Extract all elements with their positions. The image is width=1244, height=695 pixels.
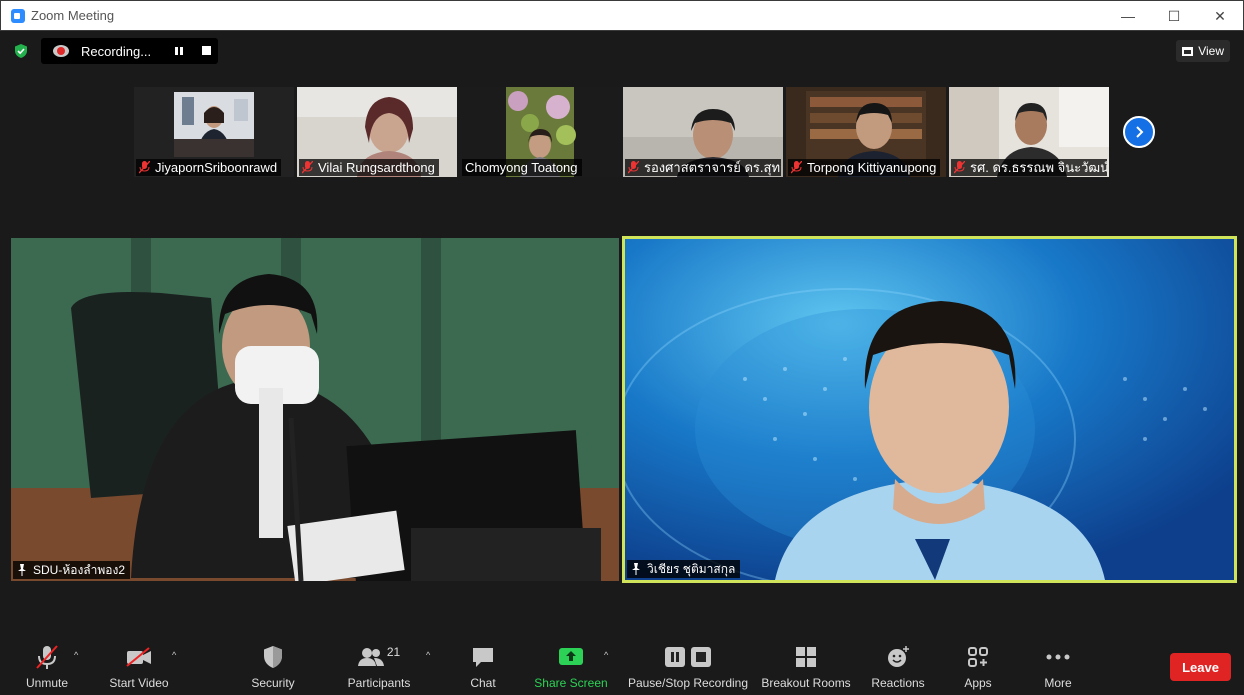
participants-icon bbox=[357, 648, 384, 666]
participants-button[interactable]: 21 Participants bbox=[344, 636, 414, 695]
pause-stop-icon bbox=[665, 647, 711, 667]
participant-video bbox=[625, 239, 1234, 580]
participant-name-text: Chomyong Toatong bbox=[465, 160, 578, 175]
participant-thumbnail[interactable]: Chomyong Toatong bbox=[460, 87, 620, 177]
participant-thumbnail[interactable]: Vilai Rungsardthong bbox=[297, 87, 457, 177]
share-screen-button[interactable]: Share Screen bbox=[534, 636, 608, 695]
title-bar: Zoom Meeting — ☐ ✕ bbox=[0, 0, 1244, 31]
zoom-app-icon bbox=[11, 8, 25, 23]
video-options-chevron-icon[interactable]: ^ bbox=[172, 650, 182, 660]
participant-video bbox=[11, 238, 619, 581]
chat-icon bbox=[473, 648, 493, 667]
participant-name-text: JiyapornSriboonrawd bbox=[155, 160, 278, 175]
participants-options-chevron-icon[interactable]: ^ bbox=[426, 650, 436, 660]
security-label: Security bbox=[251, 676, 295, 690]
participant-thumbnail[interactable]: รองศาสตราจารย์ ดร.สุทธิ... bbox=[623, 87, 783, 177]
stop-recording-icon[interactable] bbox=[202, 46, 211, 55]
pin-icon bbox=[18, 564, 26, 576]
main-video-left[interactable]: SDU-ห้องลำพอง2 bbox=[11, 238, 619, 581]
start-video-label: Start Video bbox=[109, 676, 169, 690]
close-button[interactable]: ✕ bbox=[1197, 1, 1243, 31]
video-off-icon bbox=[126, 647, 151, 667]
mic-muted-icon bbox=[954, 161, 965, 174]
participant-name-text: Vilai Rungsardthong bbox=[318, 160, 435, 175]
participants-count: 21 bbox=[386, 645, 401, 659]
participant-name-text: SDU-ห้องลำพอง2 bbox=[33, 562, 126, 577]
participant-name: รศ. ดร.ธรรณพ จินะวัฒน์ bbox=[951, 159, 1107, 176]
pause-stop-recording-button[interactable]: Pause/Stop Recording bbox=[626, 636, 750, 695]
participant-thumbnail[interactable]: JiyapornSriboonrawd bbox=[134, 87, 294, 177]
apps-label: Apps bbox=[964, 676, 992, 690]
mic-muted-icon bbox=[139, 161, 150, 174]
view-button[interactable]: View bbox=[1176, 40, 1230, 62]
window-controls: — ☐ ✕ bbox=[1105, 1, 1243, 31]
microphone-muted-icon bbox=[36, 645, 58, 669]
security-button[interactable]: Security bbox=[248, 636, 298, 695]
share-screen-label: Share Screen bbox=[534, 676, 608, 690]
audio-options-chevron-icon[interactable]: ^ bbox=[74, 650, 84, 660]
participant-name: Torpong Kittiyanupong bbox=[788, 159, 941, 176]
reactions-label: Reactions bbox=[871, 676, 925, 690]
participant-name: SDU-ห้องลำพอง2 bbox=[13, 561, 131, 579]
participant-thumbnail[interactable]: Torpong Kittiyanupong bbox=[786, 87, 946, 177]
unmute-label: Unmute bbox=[25, 676, 69, 690]
more-dots-icon bbox=[1046, 654, 1070, 660]
pin-icon bbox=[632, 563, 640, 575]
pause-recording-icon[interactable] bbox=[174, 46, 184, 56]
start-video-button[interactable]: Start Video bbox=[106, 636, 172, 695]
more-label: More bbox=[1044, 676, 1072, 690]
participant-name-text: รศ. ดร.ธรรณพ จินะวัฒน์ bbox=[970, 160, 1107, 175]
apps-icon bbox=[968, 647, 988, 667]
participant-name: JiyapornSriboonrawd bbox=[136, 159, 282, 176]
leave-button[interactable]: Leave bbox=[1170, 653, 1231, 681]
breakout-rooms-button[interactable]: Breakout Rooms bbox=[760, 636, 852, 695]
participant-thumbnail[interactable]: รศ. ดร.ธรรณพ จินะวัฒน์ bbox=[949, 87, 1109, 177]
recording-icon bbox=[53, 45, 69, 57]
unmute-button[interactable]: Unmute bbox=[22, 636, 72, 695]
participant-name-text: Torpong Kittiyanupong bbox=[807, 160, 937, 175]
main-video-active-speaker[interactable]: วิเชียร ชุติมาสกุล bbox=[622, 236, 1237, 583]
participant-name: วิเชียร ชุติมาสกุล bbox=[627, 560, 741, 578]
participant-name: รองศาสตราจารย์ ดร.สุทธิ... bbox=[625, 159, 781, 176]
shield-icon[interactable] bbox=[13, 43, 29, 59]
reactions-icon bbox=[888, 646, 909, 667]
view-label: View bbox=[1198, 44, 1224, 58]
participant-name: Chomyong Toatong bbox=[462, 159, 582, 176]
recording-indicator: Recording... bbox=[41, 38, 218, 64]
participants-label: Participants bbox=[347, 676, 411, 690]
pause-stop-recording-label: Pause/Stop Recording bbox=[627, 676, 749, 690]
chevron-right-icon bbox=[1136, 126, 1144, 138]
window-title: Zoom Meeting bbox=[31, 8, 115, 23]
participant-name-text: รองศาสตราจารย์ ดร.สุทธิ... bbox=[644, 160, 781, 175]
share-options-chevron-icon[interactable]: ^ bbox=[604, 650, 614, 660]
recording-label: Recording... bbox=[81, 43, 152, 59]
reactions-button[interactable]: Reactions bbox=[870, 636, 926, 695]
meeting-toolbar: Unmute ^ Start Video ^ Security 21 Parti… bbox=[0, 636, 1244, 695]
security-shield-icon bbox=[264, 646, 282, 668]
more-button[interactable]: More bbox=[1038, 636, 1078, 695]
participant-name: Vilai Rungsardthong bbox=[299, 159, 439, 176]
participant-name-text: วิเชียร ชุติมาสกุล bbox=[647, 561, 736, 576]
next-page-button[interactable] bbox=[1123, 116, 1155, 148]
chat-button[interactable]: Chat bbox=[464, 636, 502, 695]
minimize-button[interactable]: — bbox=[1105, 1, 1151, 31]
mic-muted-icon bbox=[302, 161, 313, 174]
apps-button[interactable]: Apps bbox=[958, 636, 998, 695]
chat-label: Chat bbox=[470, 676, 496, 690]
mic-muted-icon bbox=[628, 161, 639, 174]
mic-muted-icon bbox=[791, 161, 802, 174]
breakout-rooms-label: Breakout Rooms bbox=[761, 676, 851, 690]
maximize-button[interactable]: ☐ bbox=[1151, 1, 1197, 31]
gallery-view-icon bbox=[1182, 46, 1194, 56]
share-screen-icon bbox=[559, 648, 583, 665]
breakout-rooms-icon bbox=[796, 647, 816, 667]
